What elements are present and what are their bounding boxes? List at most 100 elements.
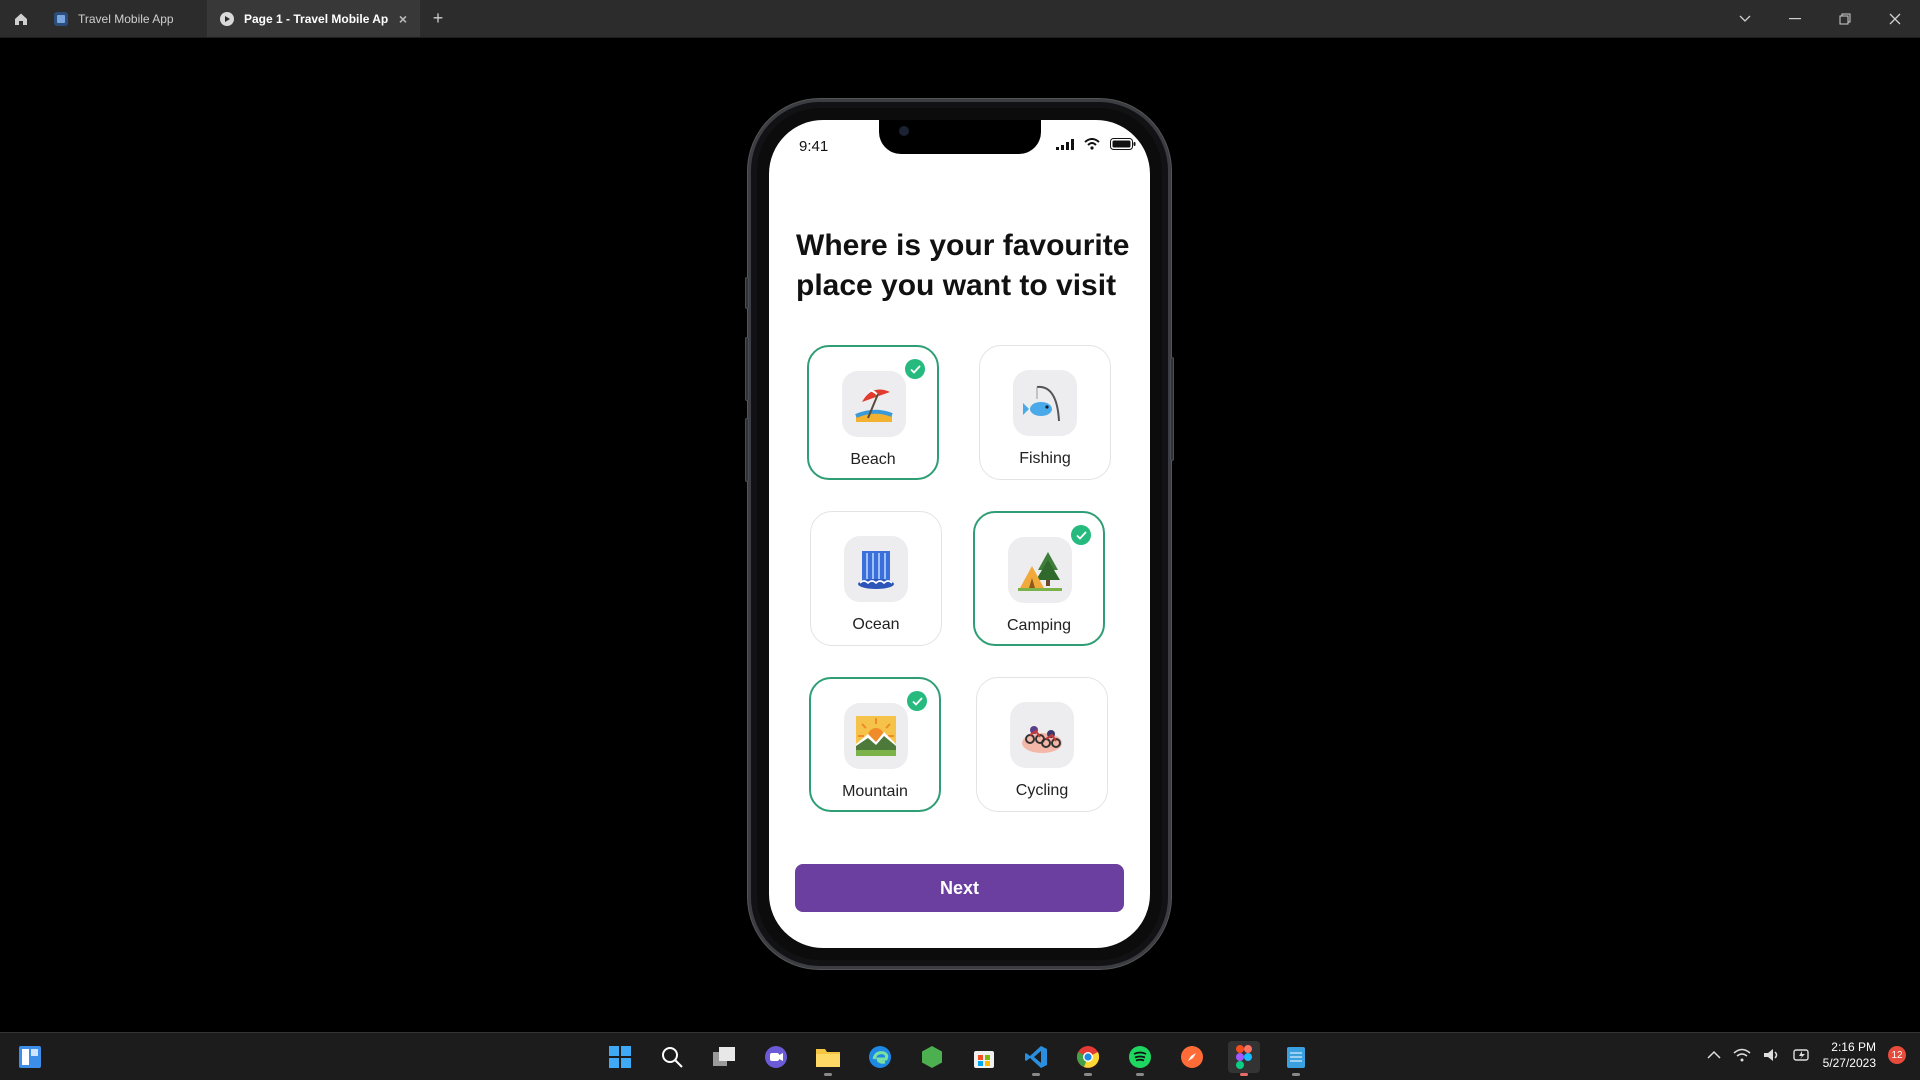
- compass-icon: [1181, 1046, 1203, 1068]
- wifi-icon[interactable]: [1733, 1048, 1751, 1062]
- postman-button[interactable]: [1176, 1041, 1208, 1073]
- volume-icon[interactable]: [1763, 1048, 1781, 1062]
- task-view-button[interactable]: [708, 1041, 740, 1073]
- phone-notch: [879, 120, 1041, 154]
- option-card-ocean[interactable]: Ocean: [810, 511, 942, 646]
- chrome-button[interactable]: [1072, 1041, 1104, 1076]
- close-window-button[interactable]: [1870, 0, 1920, 37]
- hexagon-icon: [922, 1046, 942, 1068]
- tab-label: Travel Mobile App: [78, 11, 174, 26]
- running-indicator: [1292, 1073, 1300, 1076]
- chrome-icon: [1076, 1046, 1100, 1068]
- running-indicator: [824, 1073, 832, 1076]
- option-card-camping[interactable]: Camping: [973, 511, 1105, 646]
- title-bar: Travel Mobile App Page 1 - Travel Mobile…: [0, 0, 1920, 38]
- figma-file-icon: [54, 11, 68, 26]
- option-label: Beach: [850, 451, 896, 468]
- taskbar: 2:16 PM 5/27/2023 12: [0, 1032, 1920, 1080]
- beach-umbrella-icon: [842, 371, 906, 437]
- option-card-fishing[interactable]: Fishing: [979, 345, 1111, 480]
- page-title: Where is your favourite place you want t…: [796, 229, 1130, 302]
- fishing-pole-icon: [1013, 370, 1077, 436]
- restore-icon: [1839, 13, 1851, 24]
- wifi-icon: [1084, 138, 1100, 150]
- minimize-icon: [1789, 17, 1801, 19]
- spotify-button[interactable]: [1124, 1041, 1156, 1076]
- cyclists-icon: [1010, 702, 1074, 768]
- widgets-button[interactable]: [18, 1045, 42, 1074]
- phone-volume-up: [745, 337, 749, 401]
- folder-icon: [816, 1049, 840, 1067]
- option-label: Cycling: [1015, 782, 1069, 799]
- option-label: Mountain: [842, 783, 908, 800]
- phone-volume-down: [745, 418, 749, 482]
- check-icon: [907, 691, 927, 711]
- store-button[interactable]: [968, 1041, 1000, 1073]
- tab-travel-mobile-app[interactable]: Travel Mobile App: [42, 0, 208, 37]
- restore-button[interactable]: [1820, 0, 1870, 37]
- edge-icon: [869, 1046, 891, 1068]
- file-explorer-button[interactable]: [812, 1041, 844, 1076]
- home-icon: [15, 13, 27, 25]
- vscode-button[interactable]: [1020, 1041, 1052, 1076]
- figma-icon: [1236, 1045, 1252, 1069]
- phone-power-button: [1170, 357, 1174, 461]
- cellular-signal-icon: [1056, 138, 1074, 150]
- camera-icon: [899, 126, 909, 136]
- battery-charging-icon[interactable]: [1792, 1048, 1811, 1062]
- clock-date: 5/27/2023: [1822, 1056, 1876, 1070]
- widgets-icon: [19, 1046, 41, 1068]
- running-indicator: [1240, 1073, 1248, 1076]
- system-tray: 2:16 PM 5/27/2023 12: [1707, 1039, 1906, 1071]
- nodejs-button[interactable]: [916, 1041, 948, 1073]
- tab-page-1[interactable]: Page 1 - Travel Mobile App ×: [208, 0, 420, 37]
- running-indicator: [1032, 1073, 1040, 1076]
- add-tab-button[interactable]: +: [420, 0, 456, 37]
- phone-screen: 9:41 Where is your favourite place you w…: [769, 120, 1150, 948]
- option-label: Fishing: [1019, 450, 1071, 467]
- task-view-icon: [713, 1047, 735, 1066]
- waterfall-icon: [844, 536, 908, 602]
- camping-icon: [1008, 537, 1072, 603]
- chevron-down-icon: [1739, 15, 1751, 22]
- check-icon: [1071, 525, 1091, 545]
- running-indicator: [1084, 1073, 1092, 1076]
- teams-chat-button[interactable]: [760, 1041, 792, 1073]
- notepad-button[interactable]: [1280, 1041, 1312, 1076]
- chevron-up-icon[interactable]: [1707, 1050, 1721, 1060]
- tab-list-button[interactable]: [1720, 0, 1770, 37]
- running-indicator: [1136, 1073, 1144, 1076]
- home-button[interactable]: [0, 0, 42, 37]
- windows-logo-icon: [609, 1046, 631, 1068]
- clock[interactable]: 2:16 PM 5/27/2023: [1823, 1039, 1876, 1071]
- figma-button[interactable]: [1228, 1041, 1260, 1076]
- play-icon: [220, 11, 234, 26]
- tab-close-button[interactable]: ×: [399, 11, 407, 27]
- taskbar-apps: [604, 1041, 1312, 1076]
- check-icon: [905, 359, 925, 379]
- battery-icon: [1110, 138, 1136, 150]
- status-icons: [1056, 138, 1136, 150]
- minimize-button[interactable]: [1770, 0, 1820, 37]
- edge-button[interactable]: [864, 1041, 896, 1073]
- sunrise-mountain-icon: [844, 703, 908, 769]
- option-card-beach[interactable]: Beach: [807, 345, 939, 480]
- search-icon: [662, 1047, 683, 1068]
- option-label: Camping: [1006, 617, 1072, 634]
- tab-label: Page 1 - Travel Mobile App: [244, 11, 389, 26]
- prototype-canvas: 9:41 Where is your favourite place you w…: [0, 38, 1920, 1032]
- notepad-icon: [1287, 1047, 1305, 1068]
- next-button[interactable]: Next: [795, 864, 1124, 912]
- option-card-mountain[interactable]: Mountain: [809, 677, 941, 812]
- spotify-icon: [1129, 1046, 1151, 1068]
- option-label: Ocean: [852, 616, 900, 633]
- status-time: 9:41: [799, 138, 829, 155]
- store-icon: [974, 1051, 994, 1068]
- option-card-cycling[interactable]: Cycling: [976, 677, 1108, 812]
- notification-badge[interactable]: 12: [1888, 1046, 1906, 1064]
- start-button[interactable]: [604, 1041, 636, 1073]
- search-button[interactable]: [656, 1041, 688, 1073]
- chat-icon: [765, 1046, 787, 1068]
- phone-mute-switch: [745, 277, 749, 309]
